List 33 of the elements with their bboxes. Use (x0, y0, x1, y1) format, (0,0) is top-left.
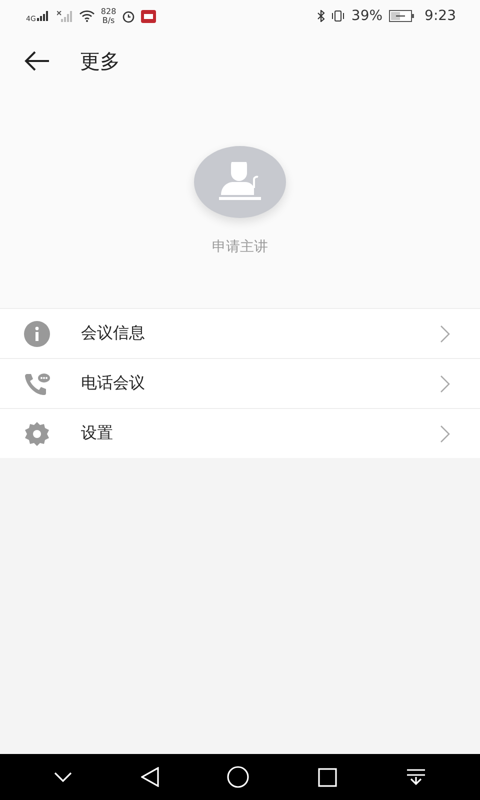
chevron-icon (440, 324, 450, 342)
menu-label: 会议信息 (81, 323, 146, 344)
vibrate-icon (331, 10, 346, 22)
signal-icon (56, 10, 73, 22)
speed-unit: B/s (102, 16, 115, 25)
battery-icon (388, 10, 415, 22)
settings-icon (24, 420, 50, 446)
clock-time: 9:23 (424, 8, 456, 24)
home-icon[interactable] (227, 766, 250, 788)
wifi-icon (78, 10, 95, 22)
info-icon (24, 320, 50, 346)
battery-percent: 39% (351, 8, 383, 24)
menu-item[interactable]: 会议信息 (0, 308, 480, 358)
alarm-icon (122, 10, 136, 22)
chevron-icon (440, 424, 450, 442)
back-icon[interactable] (140, 767, 159, 787)
speed-value: 828 (100, 7, 116, 16)
bluetooth-icon (317, 10, 326, 22)
menu-item[interactable]: 设置 (0, 408, 480, 458)
chevron-icon (440, 374, 450, 392)
menu-label: 设置 (81, 423, 114, 444)
notification-pull-icon[interactable] (406, 768, 426, 786)
phone-chat-icon (24, 372, 50, 396)
collapse-icon[interactable] (54, 772, 72, 782)
video-icon (141, 10, 156, 22)
menu-item[interactable]: 电话会议 (0, 358, 480, 408)
menu-label: 电话会议 (81, 373, 146, 394)
speaker-request-label: 申请主讲 (212, 238, 268, 256)
signal-icon (36, 11, 51, 21)
back-button[interactable] (24, 51, 50, 71)
speaker-icon (217, 162, 263, 202)
recents-icon[interactable] (318, 768, 338, 786)
page-title: 更多 (80, 48, 120, 74)
